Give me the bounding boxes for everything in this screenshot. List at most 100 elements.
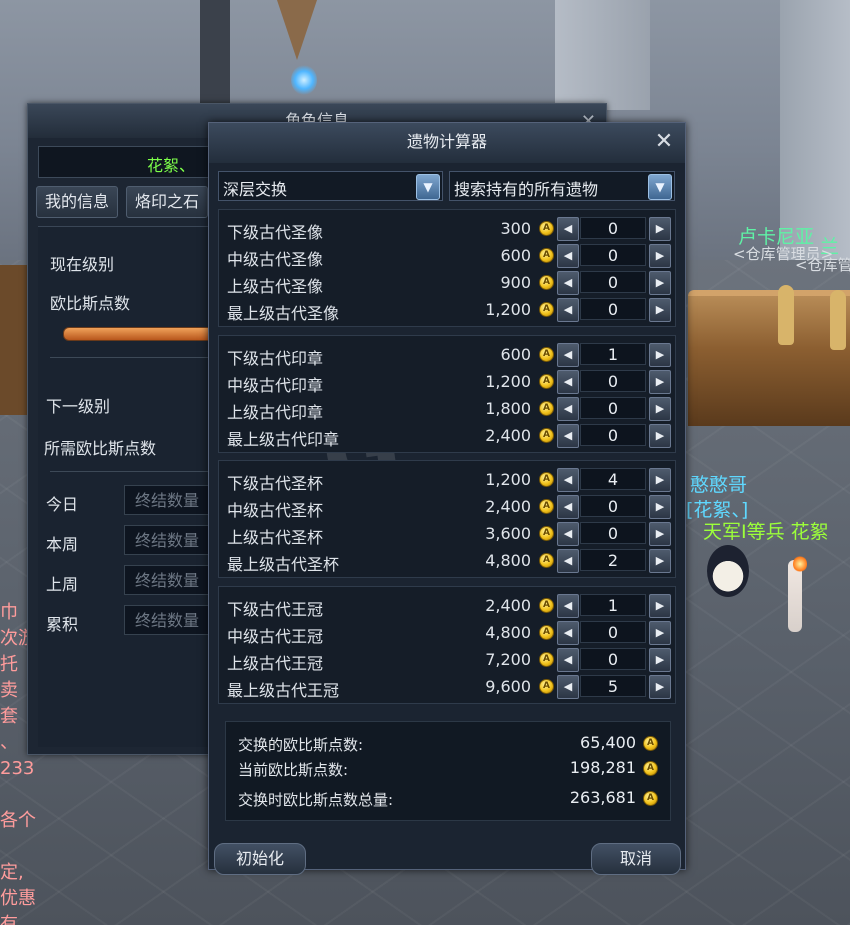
relic-calculator-window: 遗物计算器 ✕ G 深层交换 ▼ 搜索持有的所有遗物 ▼ 下级古代圣像300A◀…: [208, 122, 686, 875]
quantity-stepper[interactable]: ◀ 0 ▶: [557, 648, 671, 672]
increase-arrow-icon[interactable]: ▶: [649, 594, 671, 618]
increase-arrow-icon[interactable]: ▶: [649, 244, 671, 268]
increase-arrow-icon[interactable]: ▶: [649, 370, 671, 394]
quantity-value[interactable]: 0: [580, 621, 646, 643]
decrease-arrow-icon[interactable]: ◀: [557, 271, 579, 295]
quantity-stepper[interactable]: ◀ 0 ▶: [557, 244, 671, 268]
quantity-stepper[interactable]: ◀ 0 ▶: [557, 397, 671, 421]
quantity-value[interactable]: 0: [580, 397, 646, 419]
increase-arrow-icon[interactable]: ▶: [649, 217, 671, 241]
relic-name: 最上级古代圣像: [227, 304, 340, 323]
quantity-value[interactable]: 0: [580, 271, 646, 293]
increase-arrow-icon[interactable]: ▶: [649, 675, 671, 699]
decrease-arrow-icon[interactable]: ◀: [557, 522, 579, 546]
npc-warehouse-keeper[interactable]: [830, 290, 846, 350]
close-icon[interactable]: ✕: [653, 129, 675, 155]
relic-name: 下级古代印章: [227, 349, 324, 368]
increase-arrow-icon[interactable]: ▶: [649, 522, 671, 546]
quantity-value[interactable]: 0: [580, 370, 646, 392]
relic-group: 下级古代王冠 2,400 A ◀ 1 ▶ 中级古代王冠 4,800 A ◀ 0 ▶ 上级古代王冠 7,20…: [218, 586, 676, 704]
decrease-arrow-icon[interactable]: ◀: [557, 594, 579, 618]
tab-my-info[interactable]: 我的信息: [36, 186, 119, 218]
current-points-label: 当前欧比斯点数:: [238, 761, 349, 779]
quantity-value[interactable]: 0: [580, 648, 646, 670]
quantity-value[interactable]: 4: [580, 468, 646, 490]
reset-button[interactable]: 初始化: [214, 843, 306, 875]
quantity-value[interactable]: 0: [580, 244, 646, 266]
decrease-arrow-icon[interactable]: ◀: [557, 621, 579, 645]
quantity-stepper[interactable]: ◀ 1 ▶: [557, 343, 671, 367]
decrease-arrow-icon[interactable]: ◀: [557, 675, 579, 699]
quantity-stepper[interactable]: ◀ 0 ▶: [557, 217, 671, 241]
decrease-arrow-icon[interactable]: ◀: [557, 549, 579, 573]
abyss-point-coin-icon: A: [539, 374, 554, 389]
label-last-week: 上周: [46, 575, 79, 594]
quantity-stepper[interactable]: ◀ 0 ▶: [557, 298, 671, 322]
increase-arrow-icon[interactable]: ▶: [649, 648, 671, 672]
crate: [0, 265, 28, 415]
abyss-point-coin-icon: A: [539, 221, 554, 236]
quantity-stepper[interactable]: ◀ 0 ▶: [557, 424, 671, 448]
decrease-arrow-icon[interactable]: ◀: [557, 495, 579, 519]
quantity-stepper[interactable]: ◀ 0 ▶: [557, 621, 671, 645]
increase-arrow-icon[interactable]: ▶: [649, 298, 671, 322]
increase-arrow-icon[interactable]: ▶: [649, 495, 671, 519]
increase-arrow-icon[interactable]: ▶: [649, 424, 671, 448]
increase-arrow-icon[interactable]: ▶: [649, 343, 671, 367]
quantity-value[interactable]: 0: [580, 217, 646, 239]
quantity-value[interactable]: 2: [580, 549, 646, 571]
decrease-arrow-icon[interactable]: ◀: [557, 397, 579, 421]
relic-price: 600: [500, 345, 531, 364]
increase-arrow-icon[interactable]: ▶: [649, 549, 671, 573]
increase-arrow-icon[interactable]: ▶: [649, 621, 671, 645]
quantity-value[interactable]: 0: [580, 522, 646, 544]
chevron-down-icon[interactable]: ▼: [416, 174, 440, 200]
decrease-arrow-icon[interactable]: ◀: [557, 468, 579, 492]
decrease-arrow-icon[interactable]: ◀: [557, 648, 579, 672]
quantity-stepper[interactable]: ◀ 5 ▶: [557, 675, 671, 699]
current-points-value: 198,281: [569, 758, 636, 777]
relic-row: 下级古代王冠 2,400 A ◀ 1 ▶: [219, 593, 675, 620]
abyss-point-coin-icon: A: [539, 248, 554, 263]
quantity-stepper[interactable]: ◀ 0 ▶: [557, 522, 671, 546]
exchange-type-dropdown[interactable]: 深层交换 ▼: [218, 171, 443, 201]
increase-arrow-icon[interactable]: ▶: [649, 397, 671, 421]
abyss-point-coin-icon: A: [539, 625, 554, 640]
relic-price: 300: [500, 219, 531, 238]
quantity-value[interactable]: 5: [580, 675, 646, 697]
quantity-value[interactable]: 0: [580, 424, 646, 446]
decrease-arrow-icon[interactable]: ◀: [557, 298, 579, 322]
decrease-arrow-icon[interactable]: ◀: [557, 244, 579, 268]
relic-price: 7,200: [485, 650, 531, 669]
relic-price: 600: [500, 246, 531, 265]
label-next-level: 下一级别: [46, 397, 111, 416]
decrease-arrow-icon[interactable]: ◀: [557, 343, 579, 367]
quantity-value[interactable]: 1: [580, 343, 646, 365]
quantity-stepper[interactable]: ◀ 0 ▶: [557, 495, 671, 519]
decrease-arrow-icon[interactable]: ◀: [557, 370, 579, 394]
quantity-value[interactable]: 1: [580, 594, 646, 616]
cancel-button[interactable]: 取消: [591, 843, 681, 875]
abyss-point-coin-icon: A: [539, 598, 554, 613]
relic-row: 中级古代圣杯 2,400 A ◀ 0 ▶: [219, 494, 675, 521]
quantity-stepper[interactable]: ◀ 0 ▶: [557, 271, 671, 295]
label-current-level: 现在级别: [50, 255, 115, 274]
quantity-stepper[interactable]: ◀ 2 ▶: [557, 549, 671, 573]
increase-arrow-icon[interactable]: ▶: [649, 271, 671, 295]
quantity-stepper[interactable]: ◀ 0 ▶: [557, 370, 671, 394]
relic-name: 下级古代圣像: [227, 223, 324, 242]
pet-penguin[interactable]: [707, 545, 749, 597]
quantity-stepper[interactable]: ◀ 1 ▶: [557, 594, 671, 618]
quantity-value[interactable]: 0: [580, 298, 646, 320]
decrease-arrow-icon[interactable]: ◀: [557, 424, 579, 448]
tab-brand-stone[interactable]: 烙印之石: [126, 186, 209, 218]
chevron-down-icon[interactable]: ▼: [648, 174, 672, 200]
relic-filter-dropdown[interactable]: 搜索持有的所有遗物 ▼: [449, 171, 675, 201]
label-required-points: 所需欧比斯点数: [44, 439, 157, 458]
increase-arrow-icon[interactable]: ▶: [649, 468, 671, 492]
quantity-value[interactable]: 0: [580, 495, 646, 517]
decrease-arrow-icon[interactable]: ◀: [557, 217, 579, 241]
npc-warehouse-keeper[interactable]: [778, 285, 794, 345]
player-name: 憨憨哥: [690, 474, 748, 496]
quantity-stepper[interactable]: ◀ 4 ▶: [557, 468, 671, 492]
